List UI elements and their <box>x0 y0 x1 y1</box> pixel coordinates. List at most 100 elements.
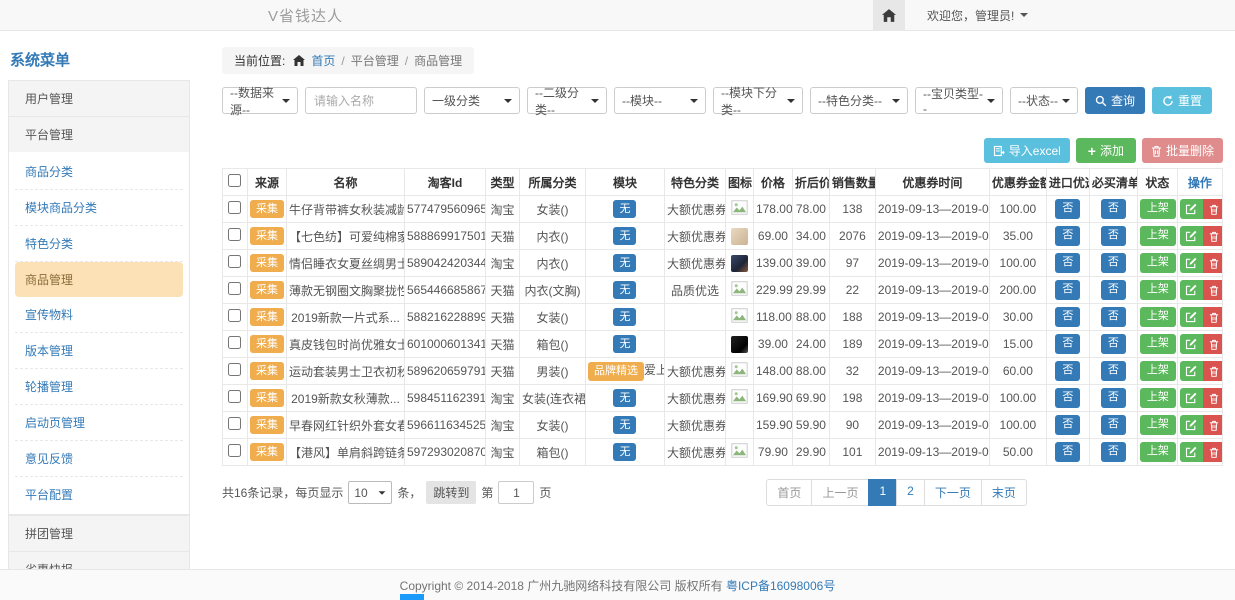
jump-page-input[interactable] <box>498 481 534 504</box>
filter-select-item-type[interactable]: --宝贝类型-- <box>915 87 1003 114</box>
status-cell[interactable]: 上架 <box>1137 439 1177 466</box>
delete-button[interactable] <box>1203 415 1223 435</box>
edit-button[interactable] <box>1180 415 1203 435</box>
status-cell[interactable]: 上架 <box>1137 412 1177 439</box>
delete-button[interactable] <box>1203 199 1223 219</box>
page-button-上一页[interactable]: 上一页 <box>811 479 869 506</box>
import-select-cell[interactable]: 否 <box>1046 250 1089 277</box>
must-buy-cell[interactable]: 否 <box>1089 277 1137 304</box>
status-cell[interactable]: 上架 <box>1137 304 1177 331</box>
row-checkbox[interactable] <box>228 363 241 376</box>
reset-button[interactable]: 重置 <box>1152 87 1212 114</box>
home-button[interactable] <box>873 0 905 30</box>
edit-button[interactable] <box>1180 226 1203 246</box>
import-select-cell[interactable]: 否 <box>1046 223 1089 250</box>
edit-button[interactable] <box>1180 388 1203 408</box>
filter-select-module[interactable]: --模块-- <box>614 87 706 114</box>
row-checkbox[interactable] <box>228 228 241 241</box>
status-cell[interactable]: 上架 <box>1137 358 1177 385</box>
sidebar-subitem-6[interactable]: 宣传物料 <box>15 297 183 333</box>
select-all-checkbox[interactable] <box>228 174 241 187</box>
must-buy-cell[interactable]: 否 <box>1089 358 1137 385</box>
must-buy-cell[interactable]: 否 <box>1089 385 1137 412</box>
sidebar-subitem-2[interactable]: 商品分类 <box>15 154 183 190</box>
must-buy-cell[interactable]: 否 <box>1089 304 1137 331</box>
filter-select-level1-category[interactable]: 一级分类 <box>424 87 520 114</box>
edit-button[interactable] <box>1180 361 1203 381</box>
sidebar-subitem-10[interactable]: 意见反馈 <box>15 441 183 477</box>
filter-select-module-sub-category[interactable]: --模块下分类-- <box>713 87 803 114</box>
edit-button[interactable] <box>1180 199 1203 219</box>
per-page-select[interactable]: 10 <box>348 481 392 504</box>
sidebar-subitem-11[interactable]: 平台配置 <box>15 477 183 512</box>
row-checkbox[interactable] <box>228 417 241 430</box>
sidebar-item-0[interactable]: 用户管理 <box>8 80 190 116</box>
status-cell[interactable]: 上架 <box>1137 331 1177 358</box>
filter-select-status[interactable]: --状态-- <box>1010 87 1078 114</box>
import-select-cell[interactable]: 否 <box>1046 439 1089 466</box>
import-select-cell[interactable]: 否 <box>1046 304 1089 331</box>
delete-button[interactable] <box>1203 334 1223 354</box>
filter-select-data-source[interactable]: --数据来源-- <box>222 87 298 114</box>
import-select-cell[interactable]: 否 <box>1046 385 1089 412</box>
sidebar-subitem-5[interactable]: 商品管理 <box>15 262 183 297</box>
must-buy-cell[interactable]: 否 <box>1089 223 1137 250</box>
page-button-首页[interactable]: 首页 <box>766 479 812 506</box>
sidebar-subitem-3[interactable]: 模块商品分类 <box>15 190 183 226</box>
user-menu[interactable]: 欢迎您，管理员! <box>905 7 1235 24</box>
status-cell[interactable]: 上架 <box>1137 385 1177 412</box>
edit-button[interactable] <box>1180 280 1203 300</box>
import-select-cell[interactable]: 否 <box>1046 196 1089 223</box>
edit-button[interactable] <box>1180 442 1203 462</box>
filter-select-feature-category[interactable]: --特色分类-- <box>810 87 908 114</box>
breadcrumb-home-link[interactable]: 首页 <box>311 52 335 69</box>
row-checkbox[interactable] <box>228 201 241 214</box>
filter-select-level2-category[interactable]: --二级分类-- <box>527 87 607 114</box>
import-select-cell[interactable]: 否 <box>1046 277 1089 304</box>
icp-link[interactable]: 粤ICP备16098006号 <box>726 577 835 594</box>
sidebar-item-1[interactable]: 平台管理 <box>8 116 190 152</box>
status-cell[interactable]: 上架 <box>1137 196 1177 223</box>
batch-delete-button[interactable]: 批量删除 <box>1142 138 1223 163</box>
import-select-cell[interactable]: 否 <box>1046 331 1089 358</box>
sidebar-subitem-9[interactable]: 启动页管理 <box>15 405 183 441</box>
import-excel-button[interactable]: 导入excel <box>984 138 1070 163</box>
delete-button[interactable] <box>1203 280 1223 300</box>
sidebar-subitem-4[interactable]: 特色分类 <box>15 226 183 262</box>
sidebar-subitem-7[interactable]: 版本管理 <box>15 333 183 369</box>
must-buy-cell[interactable]: 否 <box>1089 412 1137 439</box>
delete-button[interactable] <box>1203 442 1223 462</box>
add-button[interactable]: + 添加 <box>1076 138 1136 163</box>
must-buy-cell[interactable]: 否 <box>1089 250 1137 277</box>
status-cell[interactable]: 上架 <box>1137 250 1177 277</box>
edit-button[interactable] <box>1180 253 1203 273</box>
jump-button[interactable]: 跳转到 <box>426 481 476 504</box>
delete-button[interactable] <box>1203 361 1223 381</box>
import-select-cell[interactable]: 否 <box>1046 358 1089 385</box>
delete-button[interactable] <box>1203 388 1223 408</box>
sidebar-subitem-8[interactable]: 轮播管理 <box>15 369 183 405</box>
status-cell[interactable]: 上架 <box>1137 277 1177 304</box>
must-buy-cell[interactable]: 否 <box>1089 331 1137 358</box>
page-button-2[interactable]: 2 <box>896 479 925 506</box>
row-checkbox[interactable] <box>228 390 241 403</box>
search-button[interactable]: 查询 <box>1085 87 1145 114</box>
must-buy-cell[interactable]: 否 <box>1089 439 1137 466</box>
row-checkbox[interactable] <box>228 309 241 322</box>
row-checkbox[interactable] <box>228 282 241 295</box>
delete-button[interactable] <box>1203 226 1223 246</box>
filter-input-name[interactable] <box>305 87 417 114</box>
delete-button[interactable] <box>1203 307 1223 327</box>
sidebar-item-12[interactable]: 拼团管理 <box>8 515 190 551</box>
page-button-下一页[interactable]: 下一页 <box>924 479 982 506</box>
import-select-cell[interactable]: 否 <box>1046 412 1089 439</box>
status-cell[interactable]: 上架 <box>1137 223 1177 250</box>
delete-button[interactable] <box>1203 253 1223 273</box>
row-checkbox[interactable] <box>228 444 241 457</box>
edit-button[interactable] <box>1180 307 1203 327</box>
row-checkbox[interactable] <box>228 255 241 268</box>
page-button-1[interactable]: 1 <box>868 479 897 506</box>
page-button-末页[interactable]: 末页 <box>981 479 1027 506</box>
edit-button[interactable] <box>1180 334 1203 354</box>
row-checkbox[interactable] <box>228 336 241 349</box>
